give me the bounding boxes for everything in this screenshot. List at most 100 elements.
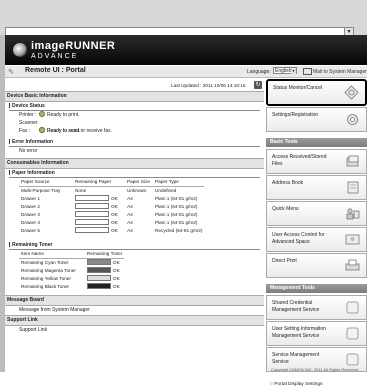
toner-name: Remaining Magenta Toner bbox=[21, 268, 76, 273]
toner-level: OK bbox=[85, 267, 124, 275]
status-monitor-button[interactable]: Status Monitor/Cancel bbox=[266, 79, 367, 106]
quick-menu-icon bbox=[346, 208, 360, 220]
toner-name: Remaining Black Toner bbox=[21, 284, 70, 289]
quick-menu-button[interactable]: Quick Menu bbox=[266, 201, 367, 226]
status-value: Ready to send or receive fax. bbox=[47, 128, 113, 134]
column-header: Paper Source bbox=[19, 178, 73, 187]
remaining-paper: OK bbox=[73, 219, 125, 227]
service-icon bbox=[346, 353, 359, 366]
remaining-toner-heading: Remaining Toner bbox=[9, 241, 260, 250]
table-row: Drawer 1 OK A4 Plain 1 (64-81 g/m2) bbox=[19, 195, 204, 203]
section-consumables: Consumables Information bbox=[5, 158, 264, 169]
status-monitor-icon bbox=[344, 85, 359, 100]
access-files-button[interactable]: Access Received/Stored Files bbox=[266, 149, 367, 174]
menu-label: User Access Control for Advanced Space bbox=[272, 232, 325, 245]
paper-type: Plain 1 (64-81 g/m2) bbox=[155, 212, 198, 217]
toner-level-bar bbox=[87, 259, 111, 265]
menu-label: Shared Credential Management Service bbox=[272, 300, 320, 313]
status-value: Ready to print. bbox=[47, 112, 80, 118]
table-row: Remaining Cyan Toner OK bbox=[19, 259, 124, 268]
status-ok-icon bbox=[39, 127, 45, 133]
paper-source: Multi-Purpose Tray bbox=[21, 188, 61, 193]
table-row: Drawer 2 OK A4 Plain 1 (64-81 g/m2) bbox=[19, 203, 204, 211]
portal-display-label: Portal Display Settings bbox=[274, 382, 323, 387]
table-row: Drawer 4 OK A4 Plain 1 (64-81 g/m2) bbox=[19, 219, 204, 227]
basic-tools-heading: Basic Tools bbox=[266, 138, 367, 147]
status-label: Printer : bbox=[19, 112, 37, 118]
paper-size: A4 bbox=[127, 228, 133, 233]
paper-level-bar bbox=[75, 227, 109, 233]
menu-label: Direct Print bbox=[272, 258, 297, 264]
toner-level-text: OK bbox=[113, 276, 120, 281]
user-setting-info-button[interactable]: User Setting Information Management Serv… bbox=[266, 321, 367, 346]
paper-level-bar bbox=[75, 219, 109, 225]
language-select[interactable]: English ▾ bbox=[273, 67, 297, 74]
chevron-down-icon: ▾ bbox=[291, 68, 296, 74]
toner-level-bar bbox=[87, 283, 111, 289]
toner-name: Remaining Yellow Toner bbox=[21, 276, 71, 281]
address-book-button[interactable]: Address Book bbox=[266, 175, 367, 200]
column-header: Remaining Toner bbox=[85, 250, 125, 259]
copyright: Copyright CANON INC. 2011 All Rights Res… bbox=[271, 367, 359, 372]
toner-level: OK bbox=[85, 259, 124, 268]
message-text: Message from System Manager bbox=[19, 307, 90, 313]
error-info-heading: Error Information bbox=[9, 138, 260, 147]
printer-icon bbox=[345, 259, 360, 271]
paper-level-bar bbox=[75, 211, 109, 217]
header-banner: imageRUNNER ADVANCE bbox=[5, 35, 367, 65]
status-printer: Printer : Ready to print. bbox=[5, 111, 264, 119]
paper-size: A4 bbox=[127, 204, 133, 209]
remaining-paper: OK bbox=[73, 227, 125, 235]
refresh-icon[interactable]: ↻ bbox=[254, 81, 262, 89]
remaining-paper: OK bbox=[73, 195, 125, 203]
paper-size: A4 bbox=[127, 220, 133, 225]
main-content: Device Basic Information Device Status P… bbox=[5, 91, 264, 335]
toner-level-bar bbox=[87, 275, 111, 281]
paper-level-text: OK bbox=[111, 228, 118, 233]
last-updated: Last Updated : 2011 10/06 14:10:16 bbox=[171, 83, 246, 88]
page-title: Remote UI : Portal bbox=[25, 67, 86, 74]
paper-level-bar bbox=[75, 195, 109, 201]
shared-credential-button[interactable]: Shared Credential Management Service bbox=[266, 295, 367, 320]
paper-info-heading: Paper Information bbox=[9, 169, 260, 178]
toner-table: Item Name Remaining Toner Remaining Cyan… bbox=[19, 250, 125, 291]
menu-label: User Setting Information Management Serv… bbox=[272, 326, 326, 339]
settings-registration-button[interactable]: Settings/Registration bbox=[266, 107, 367, 132]
toner-name: Remaining Cyan Toner bbox=[21, 260, 69, 265]
address-book-icon bbox=[347, 181, 359, 194]
paper-level-text: OK bbox=[111, 196, 118, 201]
toner-level-text: OK bbox=[113, 260, 120, 265]
paper-type: Plain 1 (64-81 g/m2) bbox=[155, 196, 198, 201]
paper-table-header: Paper Source Remaining Paper Paper Size … bbox=[19, 178, 205, 187]
portal-display-settings-link[interactable]: ○ Portal Display Settings bbox=[266, 382, 367, 387]
paper-level-text: OK bbox=[111, 220, 118, 225]
paper-size: A4 bbox=[127, 196, 133, 201]
table-row: Remaining Yellow Toner OK bbox=[19, 275, 124, 283]
table-row: Multi-Purpose Tray None Unknown Undefine… bbox=[19, 187, 204, 196]
service-icon bbox=[346, 301, 359, 314]
support-link[interactable]: Support Link bbox=[5, 326, 264, 335]
remaining-paper: OK bbox=[73, 203, 125, 211]
toner-level: OK bbox=[85, 283, 124, 291]
error-text: No error bbox=[19, 148, 38, 154]
direct-print-button[interactable]: Direct Print bbox=[266, 253, 367, 278]
section-device-basic: Device Basic Information bbox=[5, 91, 264, 102]
paper-type: Plain 1 (64-81 g/m2) bbox=[155, 204, 198, 209]
portal-bar: ✎ Remote UI : Portal Language: English ▾… bbox=[5, 66, 367, 78]
column-header: Paper Size bbox=[125, 178, 153, 187]
paper-source: Drawer 2 bbox=[21, 204, 41, 209]
status-fax: Fax : Ready to send or receive fax. bbox=[5, 127, 264, 135]
toner-level: OK bbox=[85, 275, 124, 283]
sidebar: Status Monitor/Cancel Settings/Registrat… bbox=[266, 79, 367, 387]
menu-label: Address Book bbox=[272, 180, 304, 186]
language-value: English bbox=[275, 68, 292, 74]
mail-to-manager-link[interactable]: Mail to System Manager bbox=[313, 69, 367, 75]
table-row: Drawer 3 OK A4 Plain 1 (64-81 g/m2) bbox=[19, 211, 204, 219]
mail-icon[interactable] bbox=[303, 68, 312, 75]
user-access-control-button[interactable]: User Access Control for Advanced Space bbox=[266, 227, 367, 252]
gear-icon bbox=[347, 114, 358, 125]
menu-label: Quick Menu bbox=[272, 206, 299, 212]
brand-name: imageRUNNER bbox=[31, 40, 116, 52]
toner-level-text: OK bbox=[113, 284, 120, 289]
paper-source: Drawer 3 bbox=[21, 212, 41, 217]
